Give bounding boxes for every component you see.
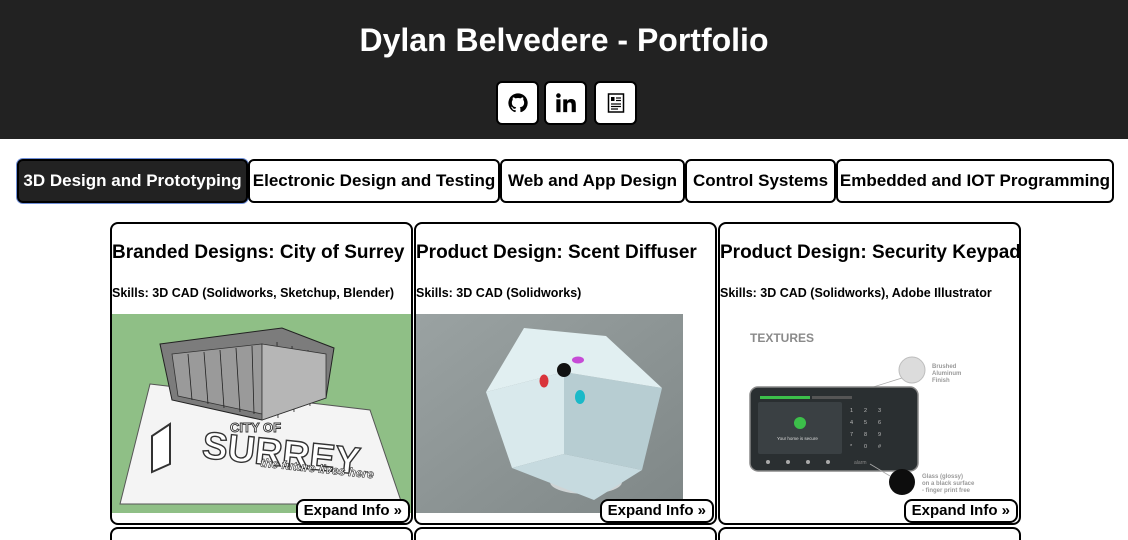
project-card-next xyxy=(414,527,717,540)
github-icon xyxy=(507,93,528,113)
key-9: 9 xyxy=(878,432,881,438)
project-card-next xyxy=(718,527,1021,540)
tab-embedded-iot[interactable]: Embedded and IOT Programming xyxy=(836,159,1114,203)
card-skills: Skills: 3D CAD (Solidworks), Adobe Illus… xyxy=(720,286,992,300)
callout-aluminum-1: Brushed xyxy=(932,364,957,370)
card-skills: Skills: 3D CAD (Solidworks) xyxy=(416,286,582,300)
project-image-surrey: CITY OF SURREY the future lives here xyxy=(112,314,411,513)
key-2: 2 xyxy=(864,408,867,414)
tab-3d-design[interactable]: 3D Design and Prototyping xyxy=(17,159,248,203)
callout-glass-2: on a black surface xyxy=(922,481,975,487)
callout-glass-3: - finger print free xyxy=(922,488,971,494)
expand-info-button[interactable]: Expand Info » xyxy=(295,499,410,523)
card-title: Branded Designs: City of Surrey xyxy=(112,242,405,263)
textures-heading: TEXTURES xyxy=(750,331,814,345)
project-card-keypad: Product Design: Security Keypad Skills: … xyxy=(718,222,1021,525)
key-1: 1 xyxy=(850,408,853,414)
linkedin-icon xyxy=(555,93,576,113)
tab-electronic-design[interactable]: Electronic Design and Testing xyxy=(248,159,500,203)
page-title: Dylan Belvedere - Portfolio xyxy=(359,22,769,58)
expand-info-button[interactable]: Expand Info » xyxy=(903,499,1018,523)
key-0: 0 xyxy=(864,444,867,450)
project-card-next xyxy=(110,527,413,540)
keypad-screen-text: Your home is secure xyxy=(777,436,818,441)
project-image-keypad: TEXTURES Brushed Aluminum Finish Your ho… xyxy=(720,314,1019,513)
linkedin-link-button[interactable] xyxy=(544,81,587,125)
project-card-diffuser: Product Design: Scent Diffuser Skills: 3… xyxy=(414,222,717,525)
tab-control-systems[interactable]: Control Systems xyxy=(685,159,836,203)
resume-icon xyxy=(607,93,624,113)
key-7: 7 xyxy=(850,432,853,438)
key-5: 5 xyxy=(864,420,867,426)
callout-glass-1: Glass (glossy) xyxy=(922,474,963,480)
key-3: 3 xyxy=(878,408,881,414)
key-8: 8 xyxy=(864,432,867,438)
card-title: Product Design: Scent Diffuser xyxy=(416,242,697,263)
github-link-button[interactable] xyxy=(496,81,539,125)
site-header: Dylan Belvedere - Portfolio xyxy=(0,0,1128,139)
keypad-brand-text: alarm xyxy=(854,460,867,466)
project-image-diffuser xyxy=(416,314,683,513)
project-card-surrey: Branded Designs: City of Surrey Skills: … xyxy=(110,222,413,525)
callout-aluminum-2: Aluminum xyxy=(932,371,961,377)
expand-info-button[interactable]: Expand Info » xyxy=(599,499,714,523)
key-6: 6 xyxy=(878,420,881,426)
callout-aluminum-3: Finish xyxy=(932,378,950,384)
card-skills: Skills: 3D CAD (Solidworks, Sketchup, Bl… xyxy=(112,286,395,300)
card-title: Product Design: Security Keypad xyxy=(720,242,1021,263)
resume-link-button[interactable] xyxy=(594,81,637,125)
key-4: 4 xyxy=(850,420,853,426)
tab-web-app-design[interactable]: Web and App Design xyxy=(500,159,685,203)
